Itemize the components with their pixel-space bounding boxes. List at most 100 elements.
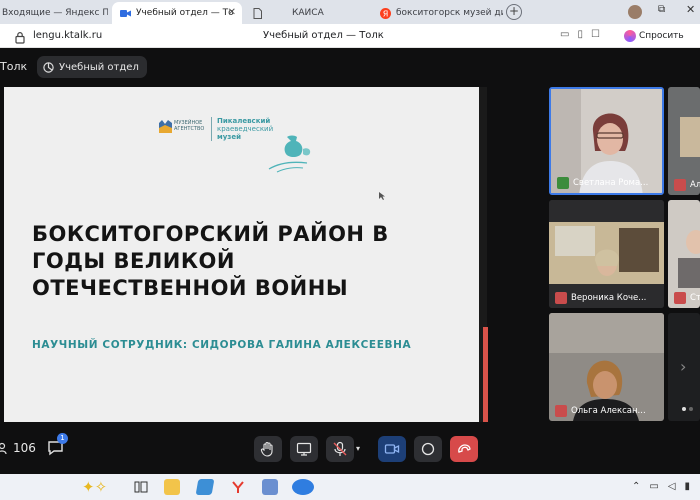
- lock-icon[interactable]: [14, 29, 26, 44]
- restore-window-icon[interactable]: ⧉: [658, 4, 665, 15]
- tab-title: бокситогорск музей дир: [396, 8, 503, 18]
- logo-small-text: МУЗЕЙНОЕ АГЕНТСТВО: [174, 120, 205, 132]
- participant-name-tag: Светлана Рома...: [555, 176, 652, 190]
- alice-icon: [624, 30, 636, 42]
- camera-icon[interactable]: ▭: [560, 29, 569, 40]
- slide-edge-accent: [483, 327, 488, 422]
- mic-off-icon: [333, 441, 347, 456]
- ask-label: Спросить: [639, 31, 684, 41]
- page-title: Учебный отдел — Толк: [263, 30, 384, 41]
- participant-tile[interactable]: Ольга Алексан...: [549, 313, 664, 421]
- participant-tile[interactable]: Ал: [668, 87, 700, 195]
- record-icon: [421, 442, 435, 456]
- close-icon[interactable]: ✕: [228, 7, 236, 18]
- museum-logo: МУЗЕЙНОЕ АГЕНТСТВО Пикалевский краеведче…: [159, 117, 329, 173]
- chat-unread-badge: 1: [57, 433, 68, 444]
- hand-icon: [260, 441, 273, 457]
- room-icon: [43, 61, 54, 73]
- room-name-chip[interactable]: Учебный отдел: [37, 56, 147, 78]
- tab-kaisa[interactable]: КАИСА: [292, 2, 372, 24]
- shared-screen-slide: МУЗЕЙНОЕ АГЕНТСТВО Пикалевский краеведче…: [4, 87, 483, 422]
- screen-share-button[interactable]: [290, 436, 318, 462]
- end-call-button[interactable]: [450, 436, 478, 462]
- hangup-icon: [458, 444, 471, 453]
- participant-tile[interactable]: Ст: [668, 200, 700, 308]
- slide-heading-line: ОТЕЧЕСТВЕННОЙ ВОЙНЫ: [32, 276, 349, 300]
- slide-heading-line: ГОДЫ ВЕЛИКОЙ: [32, 249, 235, 273]
- svg-text:Я: Я: [383, 9, 389, 18]
- system-tray: ⌃ ▭ ◁ ▮: [632, 481, 690, 492]
- monitor-icon: [296, 442, 312, 456]
- network-icon[interactable]: ▭: [649, 481, 658, 492]
- mic-off-icon: [555, 292, 567, 304]
- participant-name: Ст: [690, 293, 700, 303]
- tab-title: КАИСА: [292, 8, 324, 18]
- participant-name-tag: Ольга Алексан...: [553, 404, 650, 418]
- logo-divider: [211, 117, 212, 141]
- page-dot: [682, 407, 686, 411]
- battery-icon[interactable]: ▮: [685, 481, 691, 492]
- close-window-icon[interactable]: ✕: [686, 3, 695, 16]
- mic-off-icon: [555, 405, 567, 417]
- chevron-down-icon[interactable]: ▾: [356, 444, 360, 453]
- meeting-app-icon[interactable]: [292, 479, 314, 495]
- new-tab-button[interactable]: +: [506, 4, 522, 20]
- document-icon: [252, 7, 263, 19]
- tab-meeting[interactable]: Учебный отдел — То ✕: [112, 2, 242, 24]
- participant-tile[interactable]: Вероника Коче...: [549, 200, 664, 308]
- participant-tile[interactable]: Светлана Рома...: [549, 87, 664, 195]
- browser-tab-strip: Входящие — Яндекс Почт Учебный отдел — Т…: [0, 0, 700, 24]
- participant-name-tag: Ал: [672, 178, 700, 192]
- yandex-icon: Я: [380, 7, 391, 19]
- bookmark-icon[interactable]: ▯: [577, 29, 583, 40]
- record-button[interactable]: [414, 436, 442, 462]
- app-icon[interactable]: [195, 479, 215, 495]
- participant-name-tag: Ст: [672, 291, 700, 305]
- next-page-tile[interactable]: ›: [668, 313, 700, 421]
- tab-search[interactable]: Я бокситогорск музей дир: [378, 2, 503, 24]
- participant-name-tag: Вероника Коче...: [553, 291, 650, 305]
- participants-button[interactable]: 106: [0, 441, 36, 455]
- participant-name: Ольга Алексан...: [571, 406, 646, 416]
- chevron-right-icon: ›: [680, 357, 687, 376]
- url-text[interactable]: lengu.ktalk.ru: [33, 30, 102, 41]
- yandex-browser-icon[interactable]: [230, 479, 246, 495]
- tab-document[interactable]: [248, 2, 278, 24]
- tab-mail[interactable]: Входящие — Яндекс Почт: [0, 2, 108, 24]
- logo-line: Пикалевский: [217, 117, 271, 125]
- participant-name: Светлана Рома...: [573, 178, 649, 188]
- tab-title: Учебный отдел — То: [136, 8, 234, 18]
- pointer-cursor-icon: [379, 192, 385, 200]
- vase-icon: [268, 135, 311, 173]
- app-name: Толк: [0, 60, 28, 73]
- camera-icon: [384, 444, 400, 454]
- folder-icon[interactable]: [164, 479, 180, 495]
- os-taskbar: ✦✧ ⌃ ▭ ◁ ▮: [0, 474, 700, 500]
- slide-subtitle: НАУЧНЫЙ СОТРУДНИК: СИДОРОВА ГАЛИНА АЛЕКС…: [32, 339, 412, 351]
- page-dot: [689, 407, 693, 411]
- mic-off-icon: [674, 179, 686, 191]
- participant-count: 106: [13, 441, 36, 455]
- profile-avatar[interactable]: [628, 5, 642, 19]
- slide-heading-line: БОКСИТОГОРСКИЙ РАЙОН В: [32, 222, 389, 246]
- people-icon: [0, 442, 7, 454]
- slide-heading: БОКСИТОГОРСКИЙ РАЙОН В ГОДЫ ВЕЛИКОЙ ОТЕЧ…: [32, 221, 452, 302]
- participant-name: Вероника Коче...: [571, 293, 647, 303]
- logo-text: Пикалевский краеведческий музей: [217, 117, 273, 141]
- task-view-icon[interactable]: [133, 479, 149, 495]
- camera-button[interactable]: [378, 436, 406, 462]
- participant-name: Ал: [690, 180, 700, 190]
- ask-ai-button[interactable]: Спросить: [620, 27, 690, 45]
- volume-icon[interactable]: ◁: [668, 481, 676, 492]
- mic-off-icon: [674, 292, 686, 304]
- video-icon: [120, 8, 131, 19]
- raise-hand-button[interactable]: [254, 436, 282, 462]
- address-bar: lengu.ktalk.ru Учебный отдел — Толк ▭ ▯ …: [0, 24, 700, 48]
- microphone-button[interactable]: [326, 436, 354, 462]
- sparkle-icon[interactable]: ✦✧: [82, 476, 112, 498]
- chevron-up-icon[interactable]: ⌃: [632, 481, 640, 492]
- screen-share-icon: [557, 177, 569, 189]
- logo-line: краеведческий: [217, 125, 274, 133]
- bookmark-star-icon[interactable]: ☐: [591, 29, 600, 40]
- image-viewer-icon[interactable]: [262, 479, 278, 495]
